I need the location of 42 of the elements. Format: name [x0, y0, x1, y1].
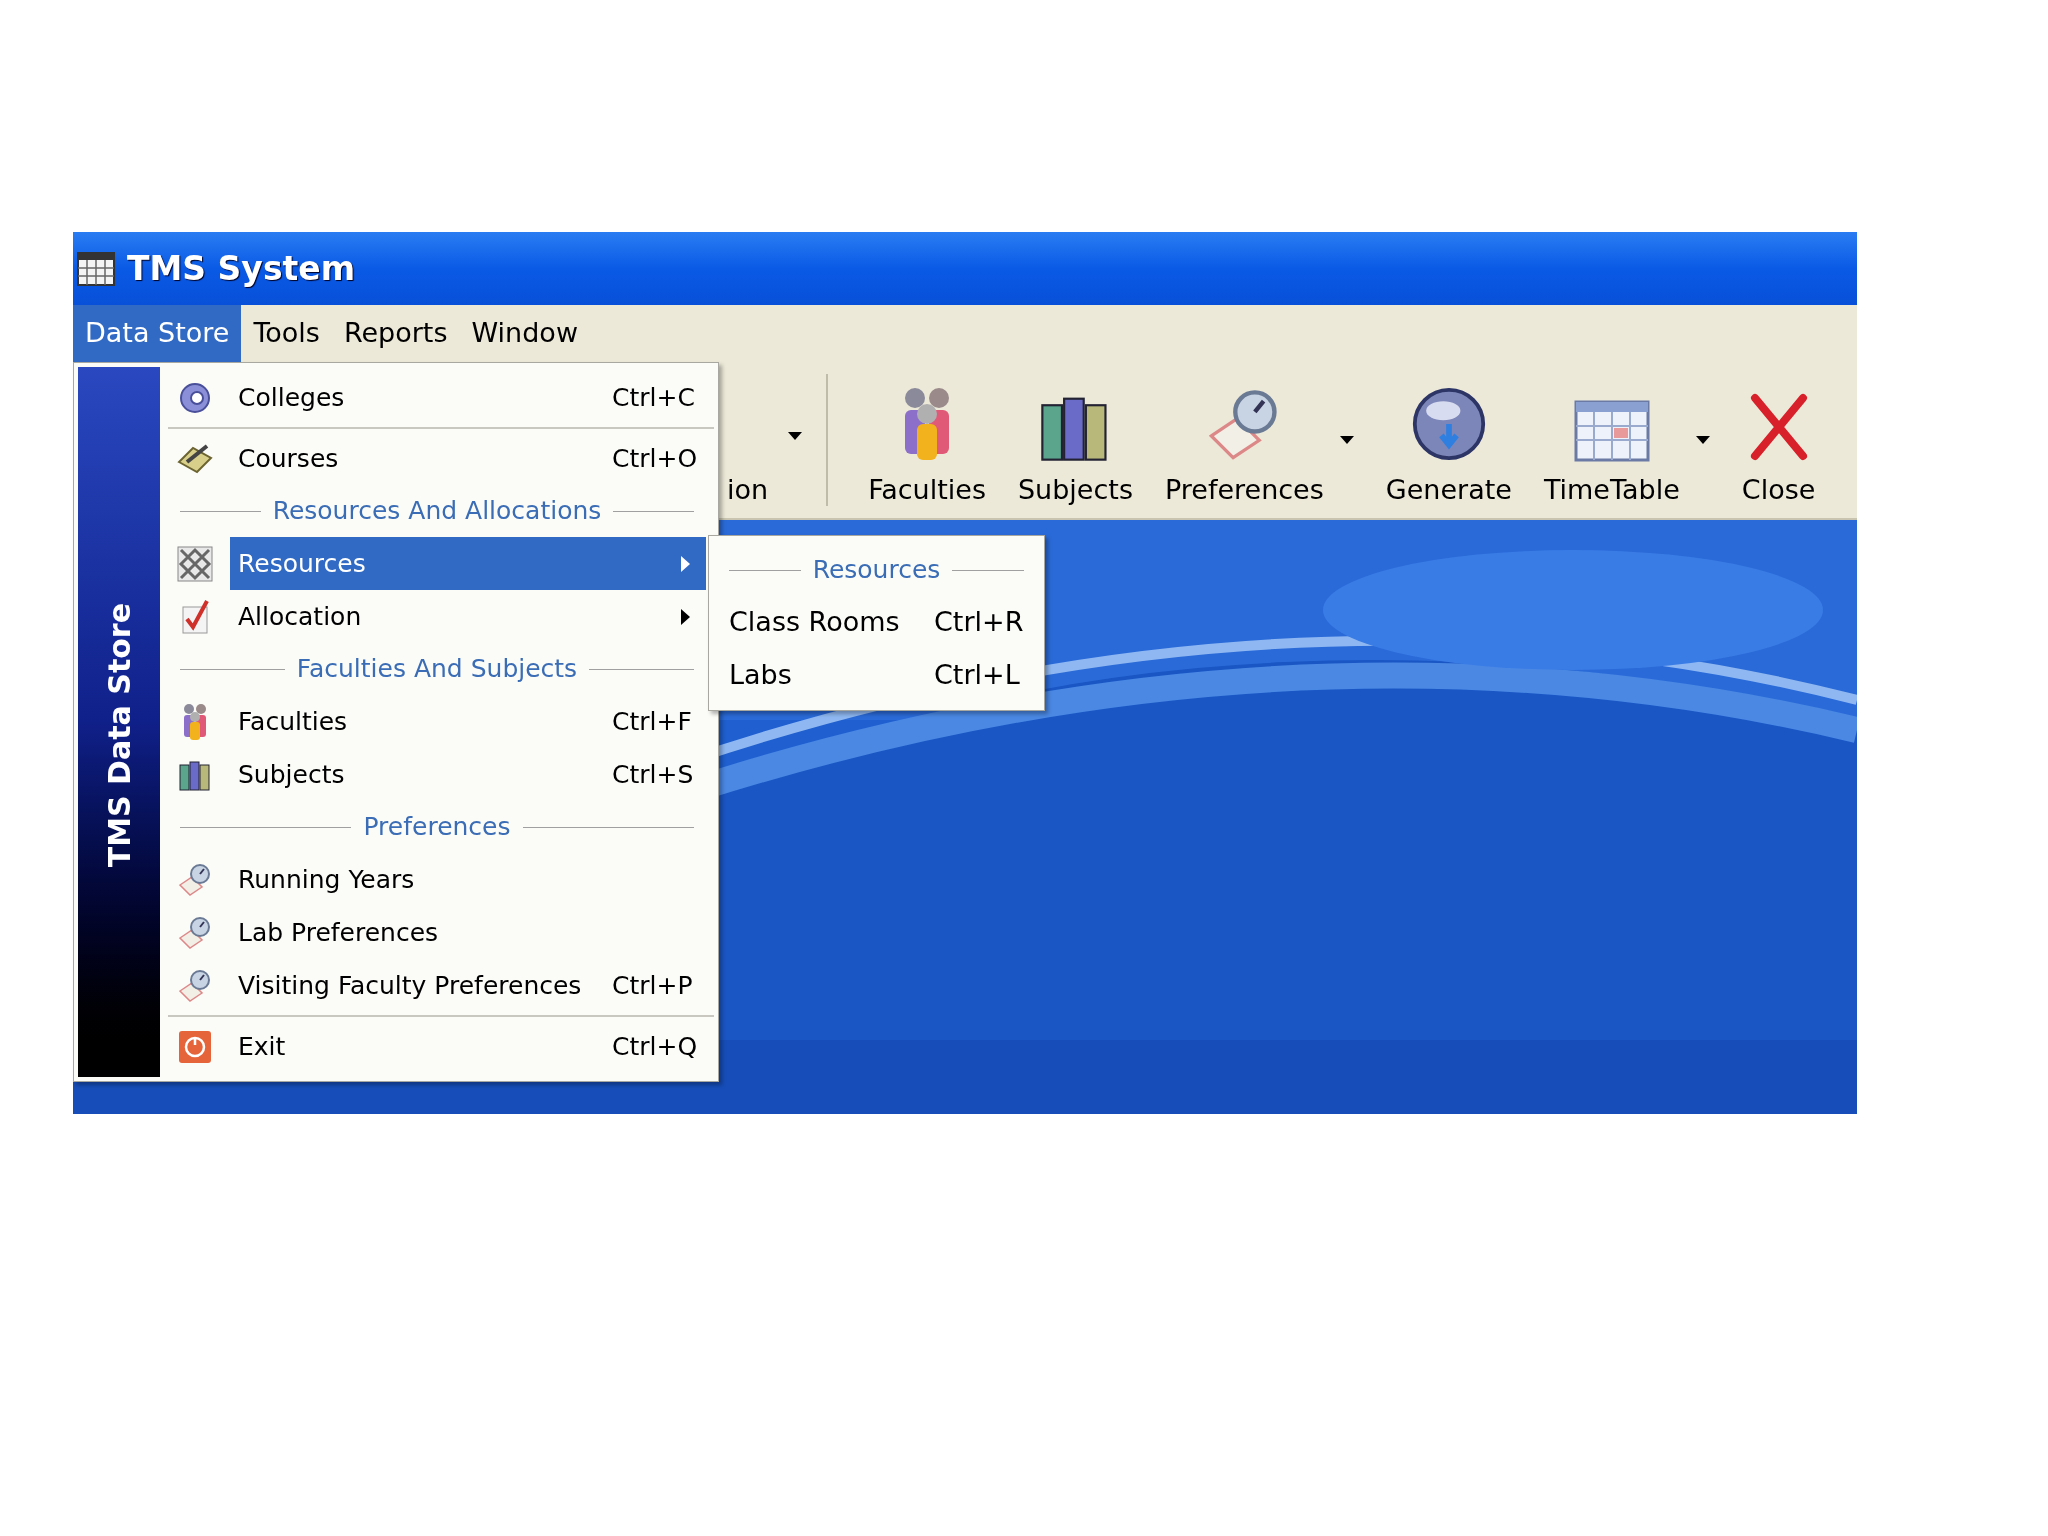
menu-item[interactable]: Lab Preferences: [230, 906, 706, 959]
menu-section-header: Resources: [812, 554, 941, 587]
toolbar-button[interactable]: Close: [1725, 362, 1832, 518]
menu-item[interactable]: Visiting Faculty Preferences Ctrl+P: [230, 959, 706, 1012]
toolbar-button[interactable]: Generate: [1369, 362, 1528, 518]
calendar-clock-icon: [178, 968, 212, 1003]
toolbar-button[interactable]: TimeTable: [1527, 362, 1696, 518]
toolbar-button[interactable]: Subjects: [1001, 362, 1149, 518]
window-title: TMS System: [127, 247, 356, 290]
menu-bar-item[interactable]: Reports: [331, 305, 460, 362]
calendar-icon: [1573, 400, 1650, 462]
menu-section-header: Resources And Allocations: [272, 495, 602, 528]
calendar-clock-icon: [178, 915, 212, 950]
calendar-icon: [77, 251, 115, 286]
dropdown-caret-icon[interactable]: [1339, 436, 1354, 444]
books-icon: [178, 758, 212, 791]
toolbar-button[interactable]: Preferences: [1149, 362, 1340, 518]
menu-item[interactable]: Resources: [230, 537, 706, 590]
menu-section-header: Faculties And Subjects: [296, 653, 578, 686]
menu-item[interactable]: Allocation: [230, 590, 706, 643]
lattice-icon: [177, 545, 213, 582]
dropdown-caret-icon[interactable]: [1695, 436, 1710, 444]
checklist-icon: [179, 598, 211, 635]
calendar-clock-icon: [178, 862, 212, 897]
globe-icon: [1410, 386, 1487, 462]
sidebar-title: TMS Data Store: [100, 602, 138, 867]
menu-item[interactable]: Class Rooms Ctrl+R: [709, 596, 1044, 649]
menu-item[interactable]: Labs Ctrl+L: [709, 649, 1044, 702]
toolbar-button-label[interactable]: ion: [727, 470, 769, 510]
menu-item[interactable]: Running Years: [230, 853, 706, 906]
menu-item[interactable]: Colleges Ctrl+C: [230, 371, 706, 424]
toolbar-button[interactable]: Faculties: [852, 362, 1002, 518]
menu-bar-item[interactable]: Tools: [241, 305, 332, 362]
menu-item[interactable]: Exit Ctrl+Q: [230, 1020, 706, 1073]
menu-item[interactable]: Courses Ctrl+O: [230, 432, 706, 485]
power-icon: [178, 1029, 212, 1064]
menu-bar-item[interactable]: Window: [459, 305, 590, 362]
dropdown-caret-icon[interactable]: [788, 432, 803, 440]
menu-item[interactable]: Faculties Ctrl+F: [230, 695, 706, 748]
menu-section-header: Preferences: [363, 811, 511, 844]
menu-item[interactable]: Subjects Ctrl+S: [230, 748, 706, 801]
menu-bar-item[interactable]: Data Store: [73, 305, 242, 362]
